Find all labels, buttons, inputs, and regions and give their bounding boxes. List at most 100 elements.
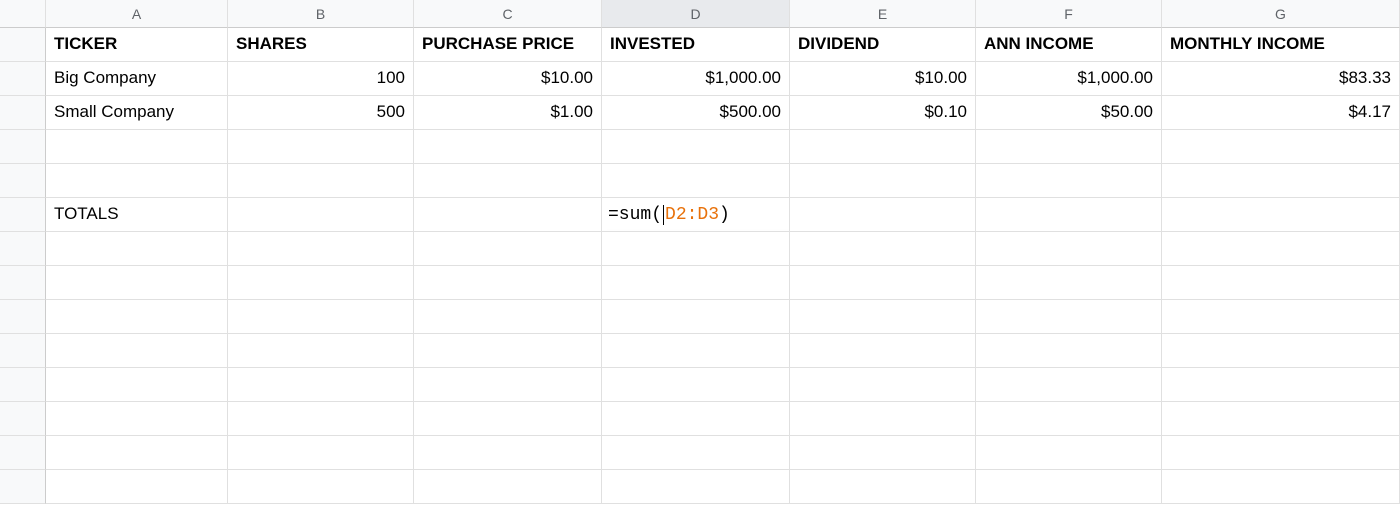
- row-header[interactable]: [0, 368, 46, 402]
- empty-cell[interactable]: [790, 436, 976, 470]
- empty-cell[interactable]: [228, 368, 414, 402]
- data-cell[interactable]: $1,000.00: [976, 62, 1162, 96]
- row-header[interactable]: [0, 28, 46, 62]
- empty-cell[interactable]: [1162, 164, 1400, 198]
- empty-cell[interactable]: [1162, 266, 1400, 300]
- empty-cell[interactable]: [1162, 436, 1400, 470]
- header-cell[interactable]: TICKER: [46, 28, 228, 62]
- empty-cell[interactable]: [414, 300, 602, 334]
- header-cell[interactable]: SHARES: [228, 28, 414, 62]
- row-header[interactable]: [0, 266, 46, 300]
- row-header[interactable]: [0, 470, 46, 504]
- row-header[interactable]: [0, 402, 46, 436]
- empty-cell[interactable]: [1162, 232, 1400, 266]
- empty-cell[interactable]: [602, 402, 790, 436]
- empty-cell[interactable]: [1162, 334, 1400, 368]
- data-cell[interactable]: $10.00: [414, 62, 602, 96]
- empty-cell[interactable]: [790, 368, 976, 402]
- empty-cell[interactable]: [46, 334, 228, 368]
- data-cell[interactable]: $4.17: [1162, 96, 1400, 130]
- totals-label-cell[interactable]: TOTALS: [46, 198, 228, 232]
- empty-cell[interactable]: [602, 334, 790, 368]
- empty-cell[interactable]: [46, 402, 228, 436]
- data-cell[interactable]: $83.33: [1162, 62, 1400, 96]
- empty-cell[interactable]: [976, 470, 1162, 504]
- empty-cell[interactable]: [46, 436, 228, 470]
- data-cell[interactable]: $500.00: [602, 96, 790, 130]
- empty-cell[interactable]: [414, 470, 602, 504]
- row-header[interactable]: [0, 300, 46, 334]
- column-header-G[interactable]: G: [1162, 0, 1400, 28]
- empty-cell[interactable]: [602, 470, 790, 504]
- empty-cell[interactable]: [976, 232, 1162, 266]
- empty-cell[interactable]: [228, 402, 414, 436]
- data-cell[interactable]: $10.00: [790, 62, 976, 96]
- row-header[interactable]: [0, 334, 46, 368]
- empty-cell[interactable]: [976, 300, 1162, 334]
- empty-cell[interactable]: [790, 470, 976, 504]
- empty-cell[interactable]: [228, 130, 414, 164]
- empty-cell[interactable]: [602, 436, 790, 470]
- empty-cell[interactable]: [602, 300, 790, 334]
- header-cell[interactable]: INVESTED: [602, 28, 790, 62]
- empty-cell[interactable]: [414, 368, 602, 402]
- empty-cell[interactable]: [1162, 130, 1400, 164]
- empty-cell[interactable]: [1162, 368, 1400, 402]
- empty-cell[interactable]: [790, 232, 976, 266]
- empty-cell[interactable]: [414, 334, 602, 368]
- empty-cell[interactable]: [1162, 198, 1400, 232]
- row-header[interactable]: [0, 164, 46, 198]
- empty-cell[interactable]: [1162, 470, 1400, 504]
- empty-cell[interactable]: [602, 232, 790, 266]
- row-header[interactable]: [0, 436, 46, 470]
- empty-cell[interactable]: [976, 368, 1162, 402]
- header-cell[interactable]: DIVIDEND: [790, 28, 976, 62]
- column-header-A[interactable]: A: [46, 0, 228, 28]
- empty-cell[interactable]: [976, 198, 1162, 232]
- empty-cell[interactable]: [228, 436, 414, 470]
- empty-cell[interactable]: [414, 164, 602, 198]
- empty-cell[interactable]: [976, 334, 1162, 368]
- column-header-D[interactable]: D: [602, 0, 790, 28]
- empty-cell[interactable]: [976, 436, 1162, 470]
- empty-cell[interactable]: [790, 334, 976, 368]
- empty-cell[interactable]: [228, 334, 414, 368]
- data-cell[interactable]: Small Company: [46, 96, 228, 130]
- empty-cell[interactable]: [228, 232, 414, 266]
- empty-cell[interactable]: [790, 266, 976, 300]
- empty-cell[interactable]: [46, 368, 228, 402]
- header-cell[interactable]: MONTHLY INCOME: [1162, 28, 1400, 62]
- empty-cell[interactable]: [414, 198, 602, 232]
- header-cell[interactable]: PURCHASE PRICE: [414, 28, 602, 62]
- empty-cell[interactable]: [790, 130, 976, 164]
- empty-cell[interactable]: [976, 130, 1162, 164]
- empty-cell[interactable]: [228, 164, 414, 198]
- empty-cell[interactable]: [790, 164, 976, 198]
- data-cell[interactable]: Big Company: [46, 62, 228, 96]
- row-header[interactable]: [0, 232, 46, 266]
- data-cell[interactable]: $50.00: [976, 96, 1162, 130]
- data-cell[interactable]: $1.00: [414, 96, 602, 130]
- empty-cell[interactable]: [976, 164, 1162, 198]
- empty-cell[interactable]: [1162, 300, 1400, 334]
- empty-cell[interactable]: [228, 300, 414, 334]
- corner-cell[interactable]: [0, 0, 46, 28]
- empty-cell[interactable]: [46, 470, 228, 504]
- empty-cell[interactable]: [790, 300, 976, 334]
- empty-cell[interactable]: [790, 402, 976, 436]
- empty-cell[interactable]: [46, 130, 228, 164]
- data-cell[interactable]: $0.10: [790, 96, 976, 130]
- row-header[interactable]: [0, 62, 46, 96]
- column-header-B[interactable]: B: [228, 0, 414, 28]
- empty-cell[interactable]: [414, 232, 602, 266]
- column-header-F[interactable]: F: [976, 0, 1162, 28]
- empty-cell[interactable]: [46, 266, 228, 300]
- row-header[interactable]: [0, 130, 46, 164]
- empty-cell[interactable]: [46, 232, 228, 266]
- empty-cell[interactable]: [976, 266, 1162, 300]
- header-cell[interactable]: ANN INCOME: [976, 28, 1162, 62]
- empty-cell[interactable]: [602, 164, 790, 198]
- formula-editor[interactable]: =sum(D2:D3): [602, 198, 790, 232]
- empty-cell[interactable]: [790, 198, 976, 232]
- empty-cell[interactable]: [46, 300, 228, 334]
